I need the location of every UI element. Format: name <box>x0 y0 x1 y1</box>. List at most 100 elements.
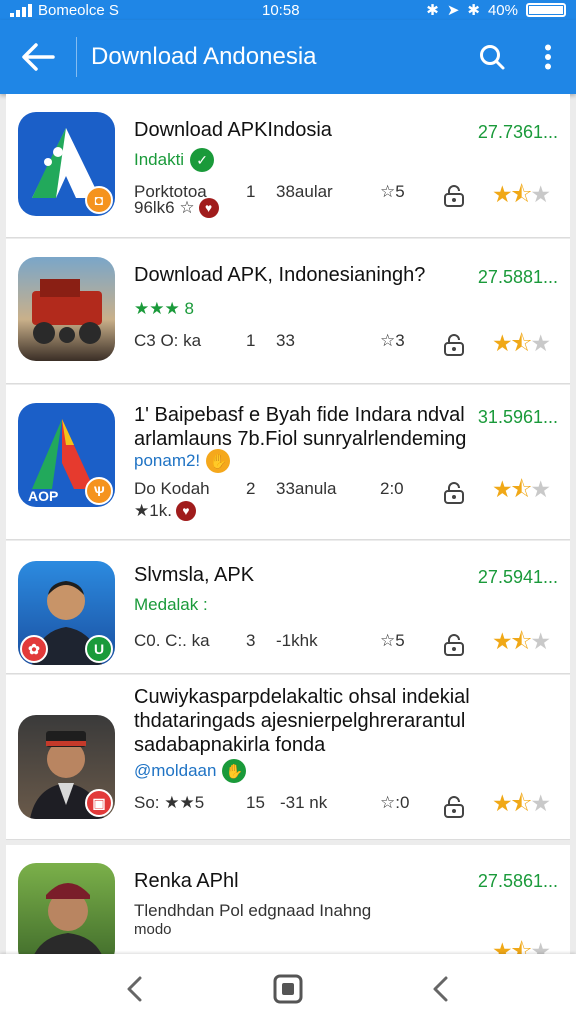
hand-icon: ✋ <box>222 759 247 783</box>
app-title-line: Renka APhl <box>134 870 239 892</box>
meta-text-b: 2 <box>246 479 256 498</box>
app-price: 31.5961... <box>477 407 558 427</box>
nav-recents-button[interactable] <box>420 969 460 1009</box>
lock-icon[interactable] <box>442 333 466 357</box>
app-thumbnail: ▣ <box>18 715 115 819</box>
star-full-icon: ★ <box>492 790 513 816</box>
app-title-line: Download APKIndosia <box>134 119 332 141</box>
app-title: Slvmsla, APK <box>134 563 474 587</box>
star-half-icon: ⯪ <box>510 330 533 356</box>
app-title: Download APK, Indonesianingh? <box>134 263 474 287</box>
star-half-icon: ⯪ <box>510 790 533 816</box>
star-half-icon: ⯪ <box>510 628 533 654</box>
app-list[interactable]: ◘ Download APKIndosia 27.7361... Indakti… <box>6 94 570 954</box>
overflow-menu-button[interactable] <box>520 20 576 94</box>
nav-back-button[interactable] <box>114 969 154 1009</box>
lock-icon[interactable] <box>442 184 466 208</box>
app-price: 27.5861... <box>477 871 558 891</box>
meta2-text: 96lk6 ☆ <box>134 198 195 217</box>
chevron-left-icon <box>127 976 142 1002</box>
app-thumbnail: ✿ U <box>18 561 115 665</box>
system-nav-bar <box>0 954 576 1024</box>
rating-label: ☆5 <box>380 182 405 201</box>
search-button[interactable] <box>464 20 520 94</box>
app-price: 27.5881... <box>477 267 558 287</box>
battery-percent: 40% <box>487 1 518 19</box>
app-title-line: arlamlauns 7b.Fiol sunryalrlendeming <box>134 428 467 450</box>
search-icon <box>480 45 505 70</box>
star-full-icon: ★ <box>492 628 513 654</box>
app-thumbnail <box>18 863 115 954</box>
app-title: Cuwiykasparpdelakaltic ohsal indekial thd… <box>134 685 474 757</box>
app-subtitle-text: @moldaan <box>134 761 217 780</box>
more-vert-icon <box>545 44 551 70</box>
list-item[interactable]: ◘ Download APKIndosia 27.7361... Indakti… <box>6 94 570 238</box>
clock: 10:58 <box>262 1 300 19</box>
app-thumbnail: AOP Ѱ <box>18 403 115 507</box>
app-badge-icon: Ѱ <box>85 477 113 505</box>
app-title-line: Cuwiykasparpdelakaltic ohsal indekial <box>134 686 470 708</box>
list-item[interactable]: Renka APhl 27.5861... Tlendhdan Pol edgn… <box>6 845 570 954</box>
star-empty-icon: ★ <box>530 790 551 816</box>
nav-home-button[interactable] <box>268 969 308 1009</box>
appbar-divider <box>76 37 77 77</box>
star-full-icon: ★ <box>492 330 513 356</box>
meta-text-a: Do Kodah <box>134 479 210 498</box>
app-meta-row-2: 96lk6 ☆ ♥ <box>134 198 219 218</box>
app-badge-icon: U <box>85 635 113 663</box>
bluetooth-icon-2: ✱ <box>467 2 480 19</box>
star-rating: ★⯪★ <box>492 473 551 512</box>
meta-text-a: So: ★★5 <box>134 793 205 812</box>
bluetooth-icon: ✱ <box>426 2 439 19</box>
app-subtitle: @moldaan ✋ <box>134 759 247 783</box>
meta-text-b: 1 <box>246 331 256 350</box>
list-item[interactable]: Download APK, Indonesianingh? 27.5881...… <box>6 239 570 384</box>
app-badge-icon: ▣ <box>85 789 113 817</box>
list-item[interactable]: ✿ U Slvmsla, APK 27.5941... Medalak : C0… <box>6 541 570 674</box>
battery-icon <box>526 3 566 17</box>
meta-text-c: 33 <box>276 331 295 350</box>
meta-text-c: 33anula <box>276 479 337 498</box>
rating-label: ☆5 <box>380 631 405 650</box>
app-title-line: Slvmsla, APK <box>134 564 255 586</box>
star-rating: ★⯪★ <box>492 625 551 664</box>
hand-icon: ✋ <box>206 449 231 473</box>
app-subtitle-text: ★★★ 8 <box>134 299 194 318</box>
status-bar: Bomeolce S 10:58 ✱ ➤ ✱ 40% <box>0 0 576 20</box>
star-full-icon: ★ <box>492 181 513 207</box>
meta-text-a: C0. C:. ka <box>134 631 210 650</box>
meta2-text: ★1k. <box>134 501 172 520</box>
signal-icon <box>10 3 32 17</box>
star-empty-icon: ★ <box>530 628 551 654</box>
star-rating: ★⯪★ <box>492 327 551 366</box>
meta-text-a: C3 O: ka <box>134 331 202 350</box>
back-button[interactable] <box>0 20 76 94</box>
star-half-icon: ⯪ <box>510 938 533 954</box>
app-bar: Download Andonesia <box>0 20 576 94</box>
star-rating: ★⯪★ <box>492 787 551 826</box>
rating-label: ☆:0 <box>380 793 410 812</box>
meta-text-a: modo <box>134 921 172 938</box>
star-empty-icon: ★ <box>530 181 551 207</box>
list-item[interactable]: ▣ Cuwiykasparpdelakaltic ohsal indekial t… <box>6 675 570 840</box>
location-icon: ➤ <box>446 2 460 19</box>
lock-icon[interactable] <box>442 481 466 505</box>
rating-label: 2:0 <box>380 479 404 498</box>
app-title: Renka APhl <box>134 869 474 893</box>
list-item[interactable]: AOP Ѱ 1' Baipebasf e Byah fide Indara nd… <box>6 385 570 540</box>
square-home-icon <box>273 974 303 1004</box>
app-subtitle-text: ponam2! <box>134 451 201 470</box>
star-rating: ★⯪★ <box>492 178 551 217</box>
app-subtitle: ponam2! ✋ <box>134 449 231 473</box>
chevron-left-icon <box>433 976 448 1002</box>
app-title-line: Download APK, Indonesianingh? <box>134 264 426 286</box>
app-price: 27.5941... <box>477 567 558 587</box>
meta-text-c: -1khk <box>276 631 318 650</box>
lock-icon[interactable] <box>442 633 466 657</box>
check-icon: ✓ <box>190 148 215 172</box>
heart-icon: ♥ <box>198 198 219 218</box>
star-empty-icon: ★ <box>530 938 551 954</box>
heart-icon: ♥ <box>175 501 196 521</box>
lock-icon[interactable] <box>442 795 466 819</box>
meta-text-b: 3 <box>246 631 256 650</box>
